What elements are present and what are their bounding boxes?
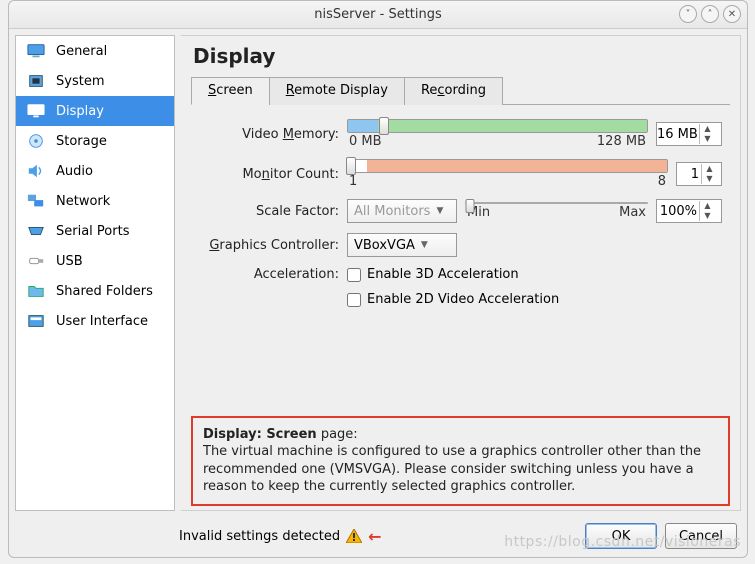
slider-video-memory-wrap: 0 MB128 MB [347,119,648,149]
tab-screen[interactable]: Screen [191,77,270,105]
chevron-down-icon: ▼ [436,206,443,216]
chevron-down-icon: ▼ [421,240,428,250]
sidebar-item-label: System [56,74,104,89]
tabs: Screen Remote Display Recording [191,76,730,105]
row-graphics-controller: Graphics Controller: VBoxVGA▼ [199,233,722,257]
annotation-arrow-icon: ← [368,527,381,546]
serial-icon [26,223,46,239]
storage-icon [26,133,46,149]
window-body: General System Display Storage Audio Net… [9,29,747,517]
label-acceleration: Acceleration: [199,267,339,282]
main-panel: Display Screen Remote Display Recording … [181,35,741,511]
sidebar-item-general[interactable]: General [16,36,174,66]
row-video-memory: Video Memory: 0 MB128 MB ▲▼ [199,119,722,149]
folder-icon [26,283,46,299]
sidebar-item-network[interactable]: Network [16,186,174,216]
spin-up-icon[interactable]: ▲ [700,201,715,211]
slider-thumb[interactable] [465,199,474,213]
page-title: Display [191,42,730,76]
ui-icon [26,313,46,329]
sidebar-item-usb[interactable]: USB [16,246,174,276]
usb-icon [26,253,46,269]
warning-box: Display: Screen page: The virtual machin… [191,416,730,506]
sidebar-item-label: Display [56,104,104,119]
spin-video-memory-input[interactable] [657,127,699,142]
form: Video Memory: 0 MB128 MB ▲▼ [191,105,730,311]
monitor-icon [26,43,46,59]
footer-status: Invalid settings detected ← [179,527,382,546]
spin-down-icon[interactable]: ▼ [702,174,717,184]
sidebar-item-label: Audio [56,164,93,179]
chip-icon [26,73,46,89]
warning-icon [346,529,362,543]
tab-remote-display[interactable]: Remote Display [269,77,405,105]
audio-icon [26,163,46,179]
minimize-button[interactable]: ˅ [679,5,697,23]
sidebar-item-label: USB [56,254,83,269]
cancel-button[interactable]: Cancel [665,523,737,549]
warning-body: The virtual machine is configured to use… [203,444,701,494]
sidebar-item-system[interactable]: System [16,66,174,96]
spin-video-memory[interactable]: ▲▼ [656,122,722,146]
sidebar: General System Display Storage Audio Net… [15,35,175,511]
slider-thumb[interactable] [346,157,356,175]
slider-scale-factor[interactable] [465,202,648,204]
slider-scale-wrap: MinMax [465,202,648,220]
spin-down-icon[interactable]: ▼ [700,211,715,221]
sidebar-item-label: Network [56,194,110,209]
sidebar-item-serial-ports[interactable]: Serial Ports [16,216,174,246]
maximize-button[interactable]: ˄ [701,5,719,23]
sidebar-item-display[interactable]: Display [16,96,174,126]
label-graphics-controller: Graphics Controller: [199,238,339,253]
sidebar-item-label: Storage [56,134,107,149]
sidebar-item-shared-folders[interactable]: Shared Folders [16,276,174,306]
sidebar-item-storage[interactable]: Storage [16,126,174,156]
checkbox-3d-input[interactable] [347,268,361,282]
spin-down-icon[interactable]: ▼ [700,134,715,144]
sidebar-item-user-interface[interactable]: User Interface [16,306,174,336]
slider-monitor-count[interactable] [347,159,668,173]
network-icon [26,193,46,209]
window-controls: ˅ ˄ ✕ [679,5,741,23]
spin-monitor-count[interactable]: ▲▼ [676,162,722,186]
checkbox-2d-acceleration[interactable]: Enable 2D Video Acceleration [347,292,559,307]
row-monitor-count: Monitor Count: 18 ▲▼ [199,159,722,189]
display-icon [26,103,46,119]
spin-scale-factor[interactable]: ▲▼ [656,199,722,223]
ok-button[interactable]: OK [585,523,657,549]
sidebar-item-label: Serial Ports [56,224,129,239]
footer: Invalid settings detected ← OK Cancel [9,517,747,557]
sidebar-item-label: General [56,44,107,59]
sidebar-item-label: User Interface [56,314,148,329]
slider-video-memory[interactable] [347,119,648,133]
sidebar-item-label: Shared Folders [56,284,153,299]
spin-up-icon[interactable]: ▲ [702,164,717,174]
checkbox-3d-acceleration[interactable]: Enable 3D Acceleration [347,267,519,282]
sidebar-item-audio[interactable]: Audio [16,156,174,186]
combo-graphics-controller[interactable]: VBoxVGA▼ [347,233,457,257]
label-video-memory: Video Memory: [199,127,339,142]
spin-up-icon[interactable]: ▲ [700,124,715,134]
label-monitor-count: Monitor Count: [199,167,339,182]
row-acceleration: Acceleration: Enable 3D Acceleration [199,267,722,282]
window-title: nisServer - Settings [314,7,442,22]
titlebar: nisServer - Settings ˅ ˄ ✕ [9,1,747,29]
close-button[interactable]: ✕ [723,5,741,23]
status-text: Invalid settings detected [179,529,340,544]
tab-recording[interactable]: Recording [404,77,503,105]
slider-monitor-count-wrap: 18 [347,159,668,189]
combo-scale-monitor[interactable]: All Monitors▼ [347,199,457,223]
checkbox-2d-input[interactable] [347,293,361,307]
spin-monitor-count-input[interactable] [677,167,701,182]
row-scale-factor: Scale Factor: All Monitors▼ MinMax ▲▼ [199,199,722,223]
label-scale-factor: Scale Factor: [199,204,339,219]
slider-thumb[interactable] [379,117,389,135]
row-acceleration-2d: Enable 2D Video Acceleration [199,292,722,307]
settings-window: nisServer - Settings ˅ ˄ ✕ General Syste… [8,0,748,558]
spin-scale-factor-input[interactable] [657,204,699,219]
